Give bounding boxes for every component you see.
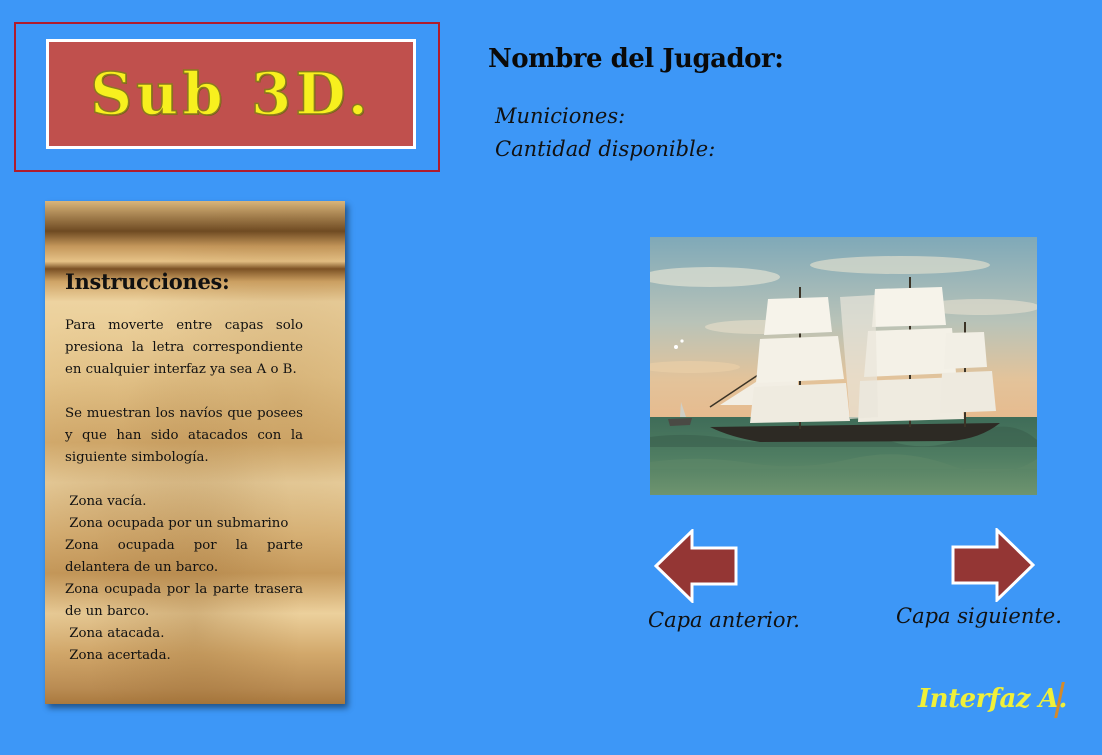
next-layer-label[interactable]: Capa siguiente. (896, 604, 1062, 628)
game-logo: Sub 3D. (89, 59, 372, 129)
sailing-ship-image (650, 237, 1037, 495)
legend-item: Zona acertada. (65, 648, 171, 663)
available-amount-label: Cantidad disponible: (495, 137, 716, 161)
legend-item: Zona atacada. (65, 626, 165, 641)
logo-frame: Sub 3D. (14, 22, 440, 172)
previous-layer-label[interactable]: Capa anterior. (648, 608, 800, 632)
instructions-title: Instrucciones: (65, 269, 230, 294)
instructions-scroll: Instrucciones: Para moverte entre capas … (45, 201, 345, 704)
previous-layer-arrow[interactable] (653, 527, 738, 605)
legend-item: Zona vacía. (65, 494, 147, 509)
instructions-paragraph: Se muestran los navíos que posees y que … (65, 406, 303, 465)
player-name-label: Nombre del Jugador: (488, 44, 784, 74)
ammo-info: Municiones: Cantidad disponible: (495, 100, 715, 166)
interface-label: Interfaz A. (918, 684, 1067, 714)
logo-box: Sub 3D. (46, 39, 416, 149)
next-layer-arrow[interactable] (951, 526, 1036, 604)
legend-item: Zona ocupada por la parte trasera de un … (65, 582, 303, 619)
arrow-right-icon (951, 526, 1036, 604)
legend-item: Zona ocupada por un submarino (65, 516, 289, 531)
ammo-label: Municiones: (495, 104, 626, 128)
instructions-body: Para moverte entre capas solo presiona l… (65, 315, 303, 667)
arrow-left-icon (653, 527, 738, 605)
instructions-paragraph: Para moverte entre capas solo presiona l… (65, 318, 303, 377)
legend-item: Zona ocupada por la parte delantera de u… (65, 538, 303, 575)
